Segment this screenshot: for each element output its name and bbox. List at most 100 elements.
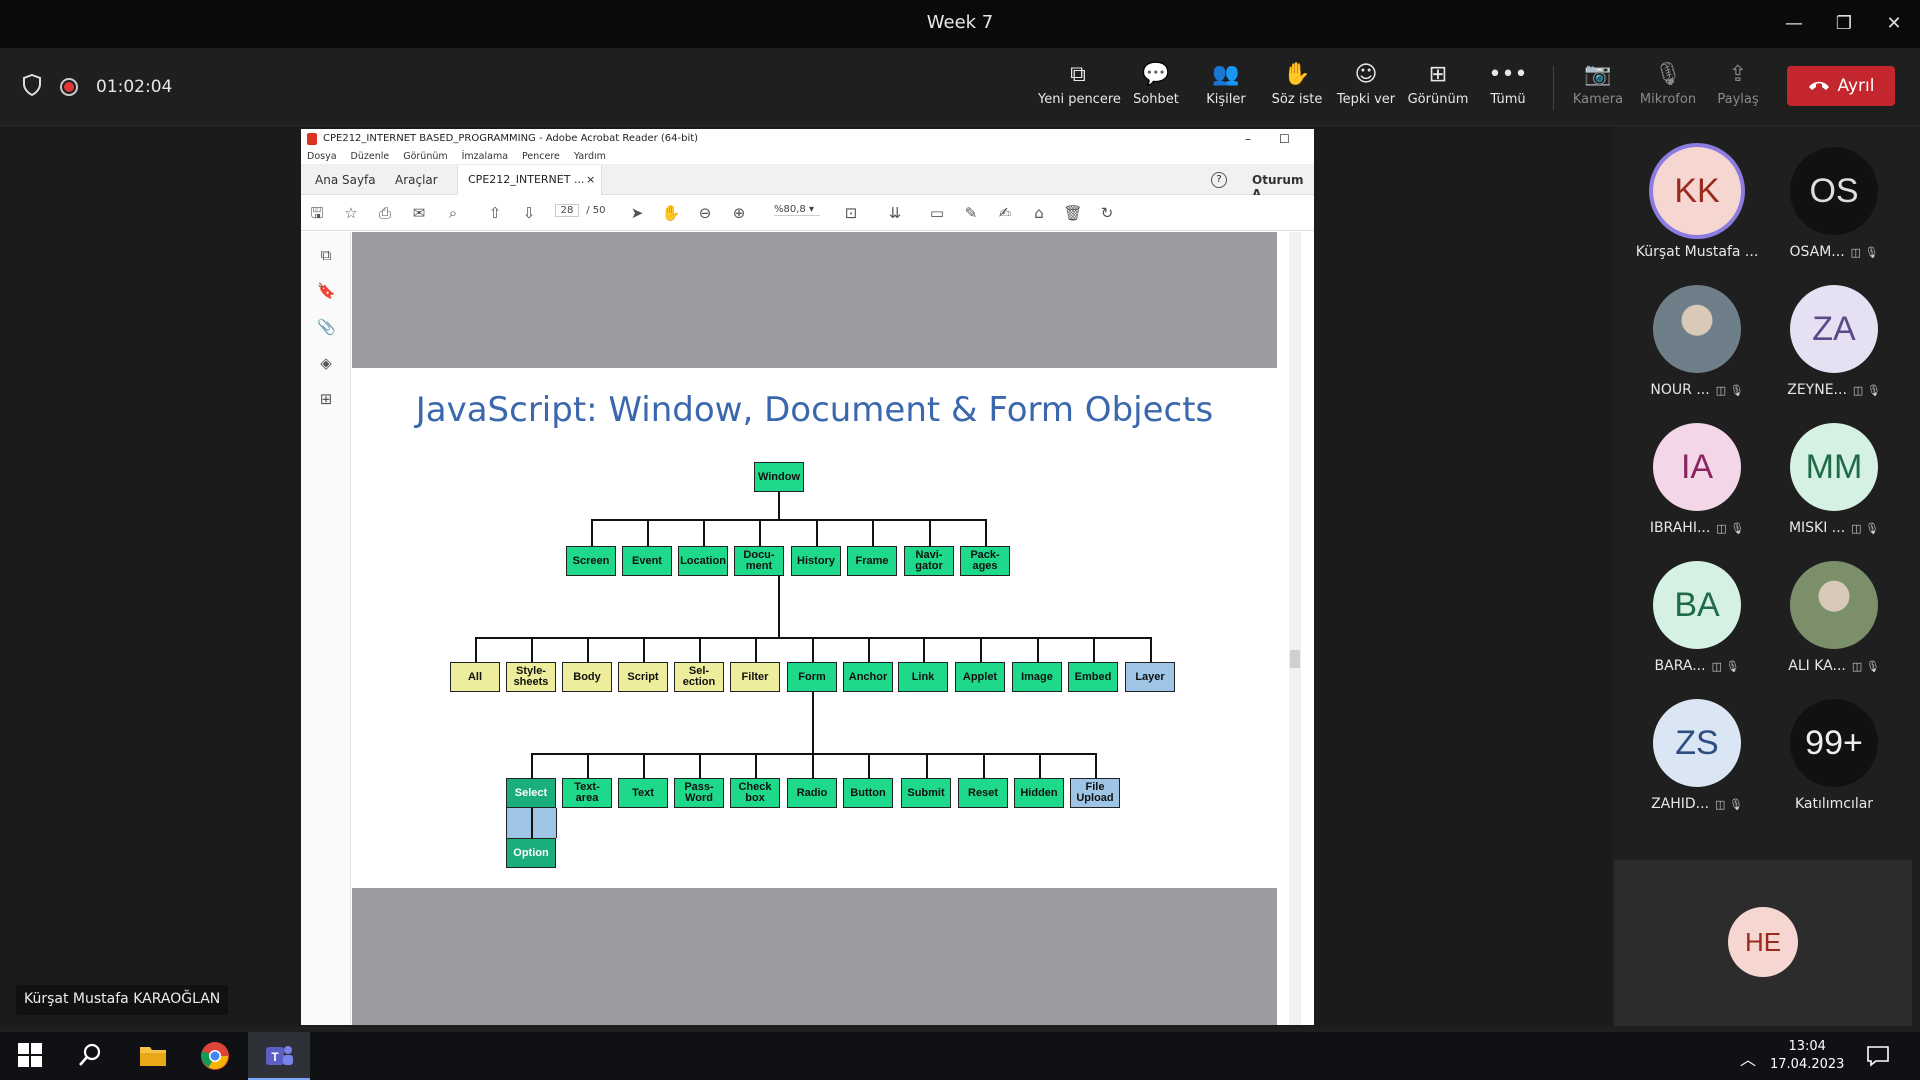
- close-tab-icon[interactable]: ×: [586, 173, 595, 186]
- draw-icon[interactable]: ✍: [995, 204, 1015, 222]
- viewer-scrollbar[interactable]: [1289, 232, 1301, 1025]
- participant-tile[interactable]: MM MISKI ... ◫ 🎙: [1769, 423, 1899, 558]
- acrobat-toolbar: 🖫 ☆ ⎙ ✉ ⌕ ⇧ ⇩ 28 / 50 ➤ ✋ ⊖ ⊕ %80,8 ▾ ⊡ …: [301, 195, 1314, 231]
- muted-status-icons: ◫ 🎙: [1850, 246, 1879, 259]
- participant-tile[interactable]: ZS ZAHID... ◫ 🎙: [1632, 699, 1762, 834]
- toolbar-button-4[interactable]: ☺ Tepki ver: [1326, 58, 1406, 118]
- search-icon[interactable]: [76, 1041, 106, 1071]
- tab-document[interactable]: CPE212_INTERNET ... ×: [457, 165, 602, 195]
- bookmark-star-icon[interactable]: ☆: [341, 204, 361, 222]
- leave-button[interactable]: Ayrıl: [1787, 66, 1895, 106]
- chrome-icon[interactable]: [200, 1041, 230, 1071]
- close-button[interactable]: ✕: [1876, 10, 1912, 38]
- diagram-node-level2: Layer: [1125, 662, 1175, 692]
- zoom-select[interactable]: %80,8 ▾: [774, 204, 820, 216]
- email-icon[interactable]: ✉: [409, 204, 429, 222]
- toolbar-button-9[interactable]: ⇪ Paylaş: [1698, 58, 1778, 118]
- chevron-up-icon[interactable]: ︿: [1740, 1046, 1770, 1076]
- page-number-input[interactable]: 28: [555, 204, 579, 217]
- tab-home[interactable]: Ana Sayfa: [315, 173, 376, 187]
- notification-icon[interactable]: [1866, 1044, 1896, 1074]
- participant-tile[interactable]: BA BARA... ◫ 🎙: [1632, 561, 1762, 696]
- mic-off-icon: 🎙: [1654, 61, 1682, 87]
- minimize-button[interactable]: —: [1776, 10, 1812, 38]
- window-titlebar: Week 7 — ❐ ✕: [0, 0, 1920, 48]
- toolbar-button-0[interactable]: ⧉ Yeni pencere: [1038, 58, 1121, 118]
- menu-item[interactable]: Görünüm: [403, 151, 447, 162]
- save-icon[interactable]: 🖫: [307, 204, 327, 222]
- toolbar-button-7[interactable]: 📷 Kamera: [1558, 58, 1638, 118]
- select-cursor-icon[interactable]: ➤: [627, 204, 647, 222]
- menu-item[interactable]: Dosya: [307, 151, 337, 162]
- participant-tile[interactable]: 99+ Katılımcılar: [1769, 699, 1899, 834]
- zoom-in-icon[interactable]: ⊕: [729, 204, 749, 222]
- pdf-icon: [307, 133, 317, 145]
- bookmarks-icon[interactable]: 🔖: [317, 282, 336, 300]
- grid-icon: ⊞: [1428, 61, 1448, 87]
- windows-start-icon[interactable]: [16, 1041, 46, 1071]
- participant-tile[interactable]: KK Kürşat Mustafa ...: [1632, 147, 1762, 282]
- diagram-node-level3: Button: [843, 778, 893, 808]
- menu-item[interactable]: Düzenle: [351, 151, 390, 162]
- menu-item[interactable]: Yardım: [574, 151, 606, 162]
- toolbar-button-6[interactable]: ••• Tümü: [1468, 58, 1548, 118]
- document-viewer[interactable]: JavaScript: Window, Document & Form Obje…: [351, 232, 1314, 1025]
- participant-tile[interactable]: NOUR ... ◫ 🎙: [1632, 285, 1762, 420]
- stamp-icon[interactable]: ⌂: [1029, 204, 1049, 222]
- connector-line: [980, 637, 982, 663]
- comment-icon[interactable]: ▭: [927, 204, 947, 222]
- print-icon[interactable]: ⎙: [375, 204, 395, 222]
- layers-icon[interactable]: ◈: [317, 354, 335, 372]
- toolbar-button-2[interactable]: 👥 Kişiler: [1186, 58, 1266, 118]
- diagram-node-level3: Hidden: [1014, 778, 1064, 808]
- avatar: HE: [1728, 907, 1798, 977]
- participant-name: BARA... ◫ 🎙: [1632, 658, 1762, 674]
- scrollbar-thumb[interactable]: [1290, 650, 1300, 668]
- toolbar-button-8[interactable]: 🎙 Mikrofon: [1628, 58, 1708, 118]
- menu-item[interactable]: Pencere: [522, 151, 560, 162]
- connector-line: [1037, 637, 1039, 663]
- next-page-icon[interactable]: ⇩: [519, 204, 539, 222]
- toolbar-button-5[interactable]: ⊞ Görünüm: [1398, 58, 1478, 118]
- participant-tile[interactable]: ALI KA... ◫ 🎙: [1769, 561, 1899, 696]
- file-explorer-icon[interactable]: [138, 1041, 168, 1071]
- taskbar-clock[interactable]: 13:04 17.04.2023: [1770, 1038, 1844, 1074]
- acrobat-maximize-button[interactable]: ☐: [1279, 129, 1290, 149]
- connector-line: [587, 637, 589, 663]
- find-icon[interactable]: ⌕: [443, 204, 463, 222]
- tab-tools[interactable]: Araçlar: [395, 173, 438, 187]
- fit-page-icon[interactable]: ⊡: [841, 204, 861, 222]
- diagram-node-level3: Select: [506, 778, 556, 808]
- windows-taskbar: T ︿ 13:04 17.04.2023: [0, 1032, 1920, 1080]
- pages-icon[interactable]: ⧉: [317, 246, 335, 264]
- rotate-icon[interactable]: ↻: [1097, 204, 1117, 222]
- participant-tile[interactable]: OS OSAM... ◫ 🎙: [1769, 147, 1899, 282]
- phone-hangup-icon: [1808, 76, 1830, 96]
- highlight-pen-icon[interactable]: ✎: [961, 204, 981, 222]
- acrobat-minimize-button[interactable]: –: [1245, 129, 1251, 149]
- toolbar-divider: [1553, 66, 1554, 110]
- diagram-node-level1: Navi-gator: [904, 546, 954, 576]
- teams-taskbar-button[interactable]: T: [248, 1032, 310, 1080]
- structure-icon[interactable]: ⊞: [317, 390, 335, 408]
- participant-name-text: Kürşat Mustafa ...: [1635, 244, 1759, 260]
- delete-icon[interactable]: 🗑: [1063, 204, 1083, 222]
- toolbar-button-label: Kişiler: [1206, 92, 1246, 107]
- attachment-icon[interactable]: 📎: [317, 318, 336, 336]
- participant-tile[interactable]: IA IBRAHI... ◫ 🎙: [1632, 423, 1762, 558]
- participant-tile[interactable]: ZA ZEYNE... ◫ 🎙: [1769, 285, 1899, 420]
- scroll-mode-icon[interactable]: ⇊: [885, 204, 905, 222]
- hand-tool-icon[interactable]: ✋: [661, 204, 681, 222]
- diagram-node-level1: History: [791, 546, 841, 576]
- help-icon[interactable]: ?: [1211, 172, 1227, 188]
- menu-item[interactable]: İmzalama: [462, 151, 508, 162]
- participant-tile-he[interactable]: HE: [1614, 860, 1912, 1026]
- restore-button[interactable]: ❐: [1826, 10, 1862, 38]
- toolbar-button-1[interactable]: 💬 Sohbet: [1116, 58, 1196, 118]
- zoom-out-icon[interactable]: ⊖: [695, 204, 715, 222]
- avatar: KK: [1653, 147, 1741, 235]
- diagram-node-level2: Anchor: [843, 662, 893, 692]
- toolbar-button-3[interactable]: ✋ Söz iste: [1257, 58, 1337, 118]
- avatar: OS: [1790, 147, 1878, 235]
- prev-page-icon[interactable]: ⇧: [485, 204, 505, 222]
